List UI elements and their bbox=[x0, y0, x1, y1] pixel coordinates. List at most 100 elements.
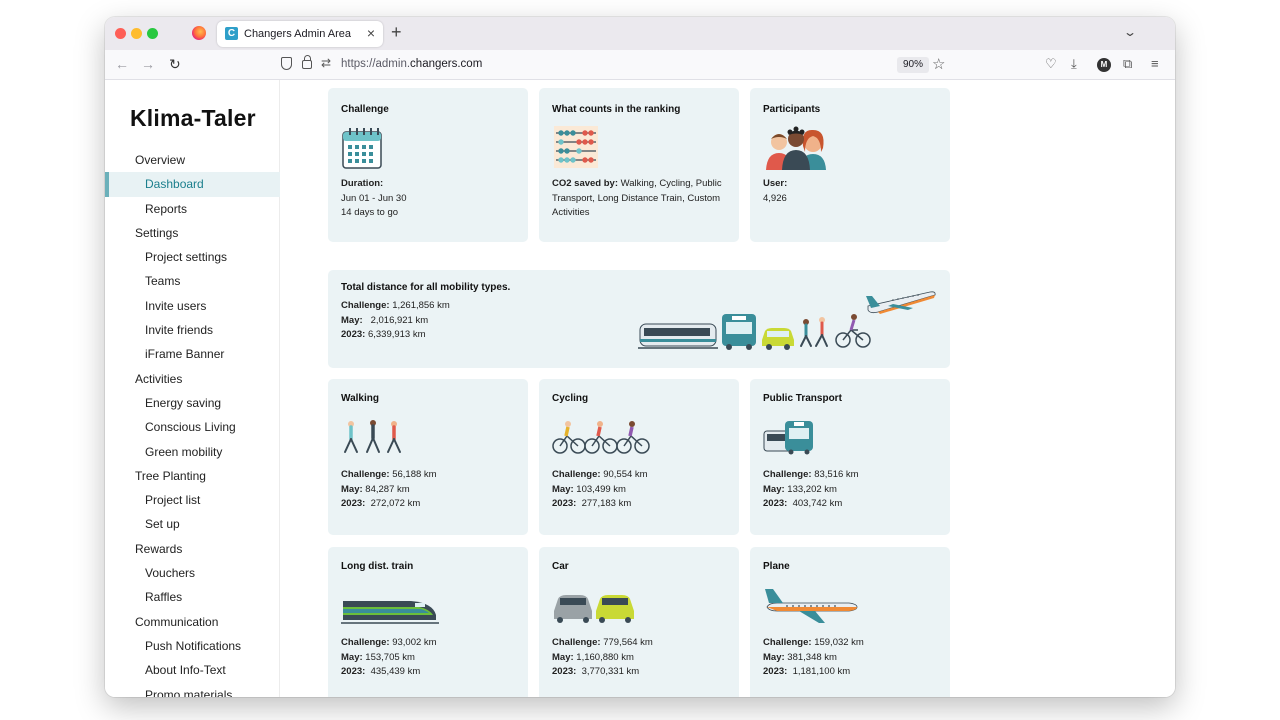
close-tab-icon[interactable]: × bbox=[367, 25, 375, 41]
reload-icon[interactable]: ↻ bbox=[169, 56, 181, 73]
mode-may-label: May: bbox=[763, 651, 785, 663]
sidebar-menu: Overview Dashboard Reports Settings Project … bbox=[105, 148, 280, 697]
nav-bar: ← → ↻ ⇄ https://admin.changers.com 90% ☆… bbox=[105, 50, 1175, 80]
sidebar-item-rewards[interactable]: Rewards bbox=[105, 537, 280, 561]
mobility-types-illustration bbox=[638, 291, 936, 350]
sidebar-item-green-mobility[interactable]: Green mobility bbox=[105, 440, 280, 464]
zoom-badge[interactable]: 90% bbox=[897, 57, 930, 73]
sidebar-item-raffles[interactable]: Raffles bbox=[105, 585, 280, 609]
browser-window: C Changers Admin Area × + ⌄ ← → ↻ ⇄ http… bbox=[105, 17, 1175, 697]
mode-challenge-label: Challenge: bbox=[763, 469, 812, 480]
mode-year-value: 435,439 km bbox=[365, 666, 421, 677]
calendar-icon bbox=[342, 128, 382, 169]
mode-may-label: May: bbox=[341, 651, 363, 663]
sidebar-item-vouchers[interactable]: Vouchers bbox=[105, 561, 280, 585]
participants-card: Participants User: 4,926 bbox=[750, 88, 950, 242]
sidebar-item-invite-friends[interactable]: Invite friends bbox=[105, 318, 280, 342]
sidebar-item-about-info-text[interactable]: About Info-Text bbox=[105, 658, 280, 682]
sidebar-item-energy-saving[interactable]: Energy saving bbox=[105, 391, 280, 415]
lock-icon[interactable] bbox=[302, 55, 312, 69]
sidebar-item-project-list[interactable]: Project list bbox=[105, 488, 280, 512]
sidebar-item-iframe-banner[interactable]: iFrame Banner bbox=[105, 342, 280, 366]
mode-year-value: 277,183 km bbox=[576, 498, 632, 509]
user-label: User: bbox=[763, 178, 788, 189]
mode-year-label: 2023: bbox=[552, 666, 577, 677]
sidebar-item-communication[interactable]: Communication bbox=[105, 610, 280, 634]
mode-may-label: May: bbox=[341, 483, 363, 495]
train-icon bbox=[341, 593, 439, 630]
mode-may-value: 103,499 km bbox=[573, 483, 626, 495]
total-may-value: 2,016,921 km bbox=[362, 314, 429, 326]
sidebar-item-conscious-living[interactable]: Conscious Living bbox=[105, 415, 280, 439]
mode-year-value: 403,742 km bbox=[787, 498, 843, 509]
challenge-card-title: Challenge bbox=[341, 104, 389, 115]
mode-title: Plane bbox=[763, 561, 790, 572]
total-distance-title: Total distance for all mobility types. bbox=[341, 282, 511, 293]
sidebar-item-push-notifications[interactable]: Push Notifications bbox=[105, 634, 280, 658]
sidebar-item-invite-users[interactable]: Invite users bbox=[105, 294, 280, 318]
tab-title: Changers Admin Area bbox=[244, 28, 352, 40]
total-year-label: 2023: bbox=[341, 329, 366, 340]
forward-arrow-icon[interactable]: → bbox=[141, 56, 155, 72]
walking-icon bbox=[341, 419, 405, 460]
mode-year-value: 3,770,331 km bbox=[576, 666, 640, 677]
mode-challenge-value: 90,554 km bbox=[600, 469, 648, 480]
mode-challenge-label: Challenge: bbox=[552, 637, 601, 648]
url-bar[interactable]: https://admin.changers.com bbox=[341, 58, 482, 70]
permissions-icon[interactable]: ⇄ bbox=[321, 56, 331, 70]
sidebar-item-activities[interactable]: Activities bbox=[105, 367, 280, 391]
duration-label: Duration: bbox=[341, 178, 384, 189]
mode-challenge-value: 159,032 km bbox=[811, 637, 864, 648]
tab-changers-admin[interactable]: C Changers Admin Area × bbox=[217, 21, 383, 47]
sidebar-item-reports[interactable]: Reports bbox=[105, 197, 280, 221]
total-challenge-value: 1,261,856 km bbox=[389, 300, 450, 311]
mode-year-label: 2023: bbox=[341, 498, 366, 509]
mode-year-label: 2023: bbox=[552, 498, 577, 509]
sidebar-item-settings[interactable]: Settings bbox=[105, 221, 280, 245]
minimize-window-button[interactable] bbox=[131, 28, 142, 39]
mode-challenge-label: Challenge: bbox=[341, 637, 390, 648]
sidebar: Klima-Taler Overview Dashboard Reports Sett… bbox=[105, 80, 280, 697]
account-icon[interactable]: M bbox=[1097, 58, 1111, 72]
abacus-icon bbox=[554, 126, 598, 168]
download-icon[interactable]: ⤓ bbox=[1071, 56, 1077, 72]
total-year-value: 6,339,913 km bbox=[365, 329, 426, 340]
ranking-card-title: What counts in the ranking bbox=[552, 104, 681, 115]
mode-card-cycling: Cycling Challenge: 90,554 km May: 103,499 … bbox=[539, 379, 739, 535]
back-arrow-icon[interactable]: ← bbox=[115, 56, 129, 72]
shield-icon[interactable] bbox=[281, 57, 292, 70]
total-distance-card: Total distance for all mobility types. C… bbox=[328, 270, 950, 368]
plane-icon bbox=[763, 585, 859, 630]
mode-challenge-value: 83,516 km bbox=[811, 469, 859, 480]
sidebar-item-dashboard[interactable]: Dashboard bbox=[105, 172, 280, 197]
bookmark-star-icon[interactable]: ☆ bbox=[932, 55, 945, 73]
participants-card-title: Participants bbox=[763, 104, 821, 115]
url-domain: changers.com bbox=[410, 58, 483, 70]
sidebar-item-tree-planting[interactable]: Tree Planting bbox=[105, 464, 280, 488]
mode-may-value: 381,348 km bbox=[784, 651, 837, 663]
sidebar-item-set-up[interactable]: Set up bbox=[105, 512, 280, 536]
chevron-down-icon[interactable]: ⌄ bbox=[1123, 25, 1137, 39]
close-window-button[interactable] bbox=[115, 28, 126, 39]
sidebar-item-teams[interactable]: Teams bbox=[105, 269, 280, 293]
mode-card-long-dist-train: Long dist. train Challenge: 93,002 km May:… bbox=[328, 547, 528, 697]
mode-card-plane: Plane Challenge: 159,032 km May: 381,348 k… bbox=[750, 547, 950, 697]
challenge-remaining: 14 days to go bbox=[341, 207, 399, 218]
challenge-card: Challenge Duration: Jun 01 - Jun 30 14 d… bbox=[328, 88, 528, 242]
new-tab-icon[interactable]: + bbox=[391, 22, 402, 43]
sidebar-item-promo-materials[interactable]: Promo materials bbox=[105, 683, 280, 697]
extensions-icon[interactable]: ⧉ bbox=[1123, 56, 1132, 72]
pocket-icon[interactable]: ♡ bbox=[1045, 56, 1057, 72]
people-icon bbox=[766, 126, 826, 170]
mode-year-label: 2023: bbox=[341, 666, 366, 677]
mode-card-car: Car Challenge: 779,564 km May: 1,160,880 k… bbox=[539, 547, 739, 697]
sidebar-item-overview[interactable]: Overview bbox=[105, 148, 280, 172]
mode-card-public-transport: Public Transport Challenge: 83,516 km May:… bbox=[750, 379, 950, 535]
mode-may-value: 84,287 km bbox=[362, 483, 410, 495]
sidebar-item-project-settings[interactable]: Project settings bbox=[105, 245, 280, 269]
hamburger-menu-icon[interactable]: ≡ bbox=[1151, 56, 1159, 71]
brand-title: Klima-Taler bbox=[130, 105, 256, 131]
mode-challenge-label: Challenge: bbox=[763, 637, 812, 648]
challenge-dates: Jun 01 - Jun 30 bbox=[341, 192, 407, 204]
maximize-window-button[interactable] bbox=[147, 28, 158, 39]
